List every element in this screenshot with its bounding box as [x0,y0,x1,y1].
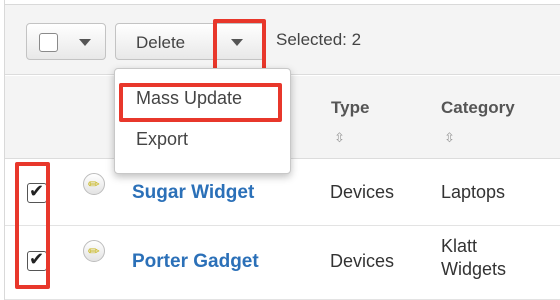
sort-icon[interactable]: ⇳ [334,131,345,144]
cell-type: Devices [330,251,395,271]
delete-button-label[interactable]: Delete [136,33,185,53]
record-name-link[interactable]: Porter Gadget [132,251,259,273]
cell-category-line-2: Widgets [441,259,507,279]
highlight-mass-update [119,83,282,122]
sort-icon[interactable]: ⇳ [444,131,455,144]
cell-category: Laptops [441,182,506,202]
chevron-down-icon [79,39,91,46]
column-header-category[interactable]: Category [441,98,515,118]
highlight-actions-caret [213,19,266,73]
selected-count: Selected: 2 [276,30,362,49]
menu-item-export[interactable]: Export [136,129,188,150]
pencil-icon: ✏ [88,176,100,192]
column-header-type[interactable]: Type [331,98,369,118]
cell-type: Devices [330,182,395,202]
select-all-dropdown-button[interactable] [26,23,106,60]
edit-pencil-button[interactable]: ✏ [83,240,105,262]
pencil-icon: ✏ [88,243,100,259]
select-all-checkbox[interactable] [39,33,58,52]
record-name-link[interactable]: Sugar Widget [132,182,254,204]
edit-pencil-button[interactable]: ✏ [83,173,105,195]
highlight-row-checkboxes [15,162,50,289]
table-row: ✔ ✏ Porter Gadget Devices Klatt Widgets [5,227,560,300]
cell-category-line-1: Klatt [441,236,478,256]
